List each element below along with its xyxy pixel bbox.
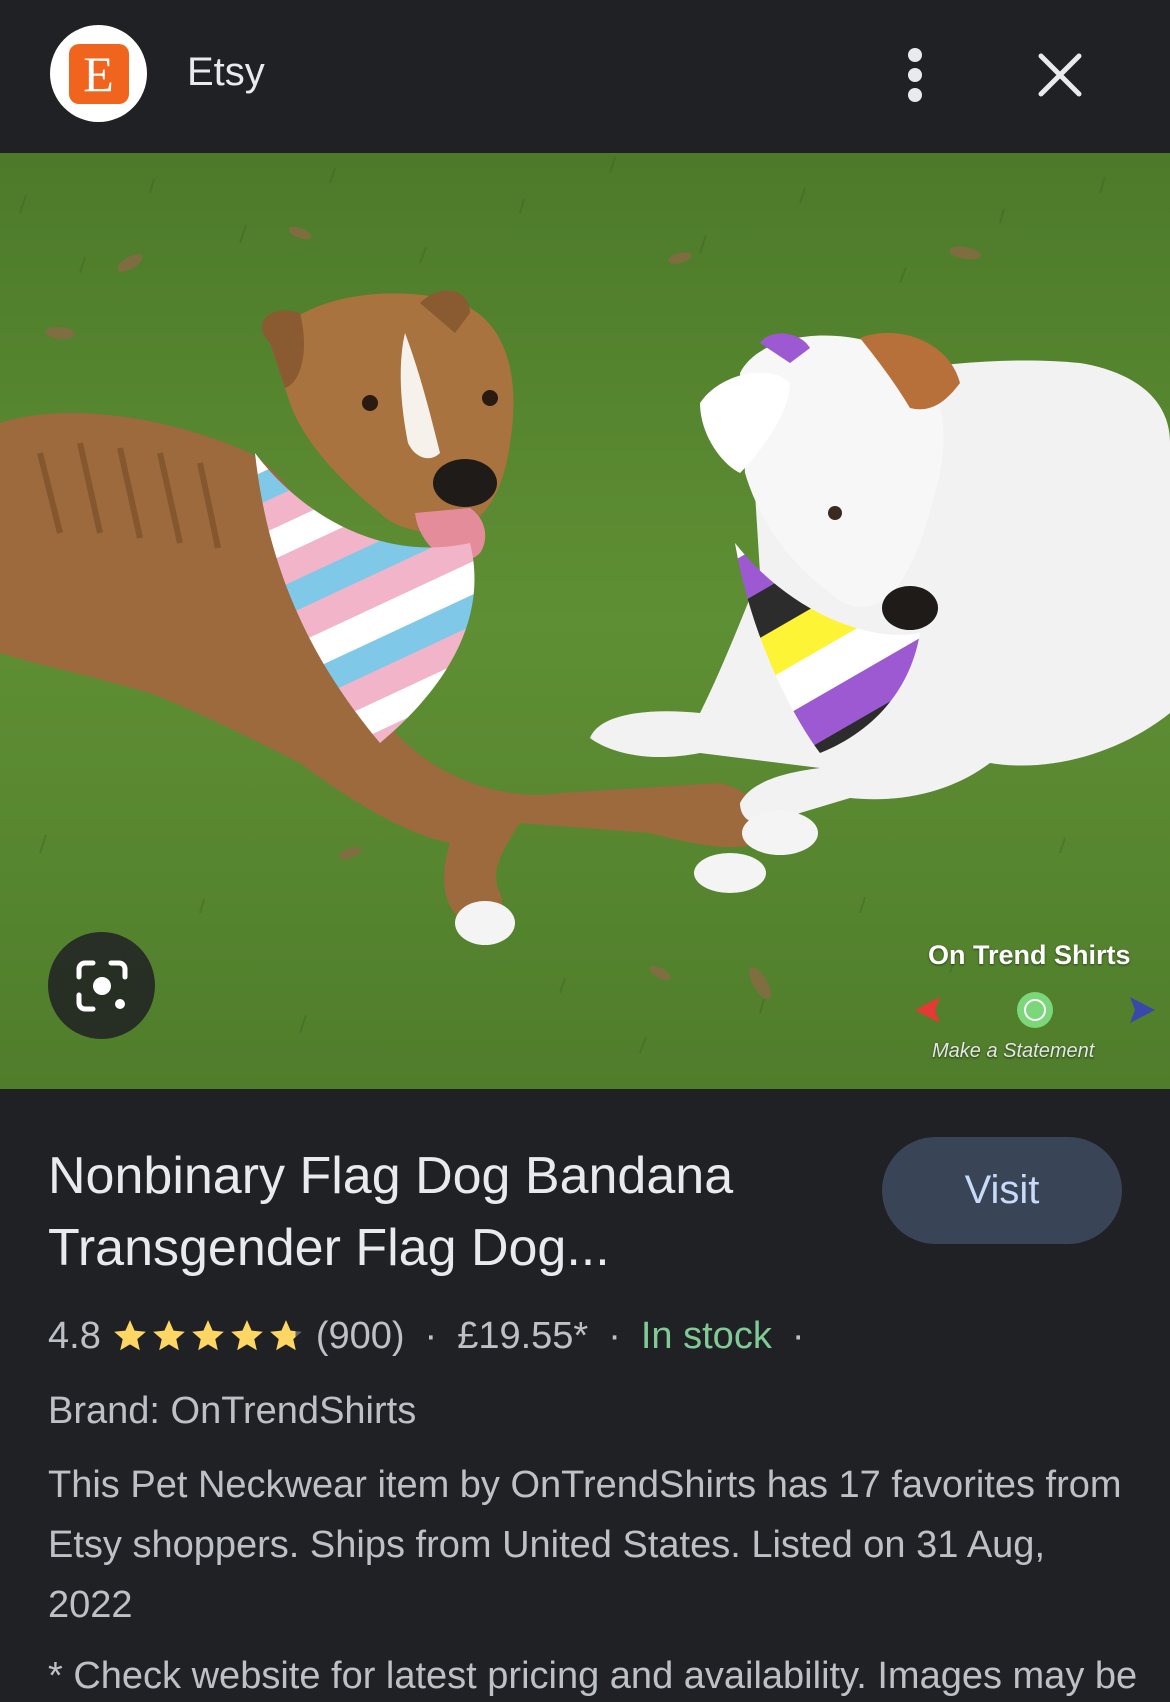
product-title-line-1: Nonbinary Flag Dog Bandana (48, 1147, 734, 1205)
lens-search-button[interactable] (48, 932, 155, 1039)
price: £19.55* (457, 1314, 589, 1357)
close-button[interactable] (1030, 45, 1090, 105)
rating-value: 4.8 (48, 1314, 101, 1357)
separator: · (608, 1314, 621, 1357)
etsy-logo: E (50, 25, 147, 122)
star-icon (113, 1320, 146, 1351)
product-meta-row: 4.8 (900) · £19.55* · In stock · (48, 1310, 824, 1362)
stock-status: In stock (640, 1314, 772, 1357)
brand-line: Brand: OnTrendShirts (48, 1390, 417, 1432)
product-title-line-2: Transgender Flag Dog... (48, 1219, 610, 1277)
arrow-logo-icon (915, 992, 1155, 1028)
visit-button[interactable]: Visit (882, 1137, 1122, 1244)
product-description: This Pet Neckwear item by OnTrendShirts … (48, 1464, 1122, 1626)
star-icon (191, 1320, 224, 1351)
product-title[interactable]: Nonbinary Flag Dog Bandana Transgender F… (48, 1140, 828, 1284)
separator: · (791, 1314, 805, 1357)
star-icon (230, 1320, 263, 1351)
product-image[interactable]: On Trend Shirts Make a Statement (0, 153, 1170, 1089)
star-icon (152, 1320, 185, 1351)
watermark-title: On Trend Shirts (928, 940, 1131, 970)
watermark-tagline: Make a Statement (932, 1040, 1095, 1062)
lens-search-icon (76, 960, 127, 1011)
top-bar: E Etsy (0, 0, 1170, 153)
separator: · (424, 1314, 438, 1357)
site-name: Etsy (187, 50, 265, 94)
price-footnote: * Check website for latest pricing and a… (48, 1655, 1138, 1697)
star-half-icon (269, 1320, 302, 1351)
review-count: (900) (315, 1314, 405, 1357)
etsy-logo-letter: E (68, 43, 129, 104)
more-options-button[interactable] (885, 40, 945, 110)
more-vert-icon (908, 48, 922, 102)
rating-stars (111, 1317, 306, 1355)
close-icon (1038, 53, 1082, 97)
